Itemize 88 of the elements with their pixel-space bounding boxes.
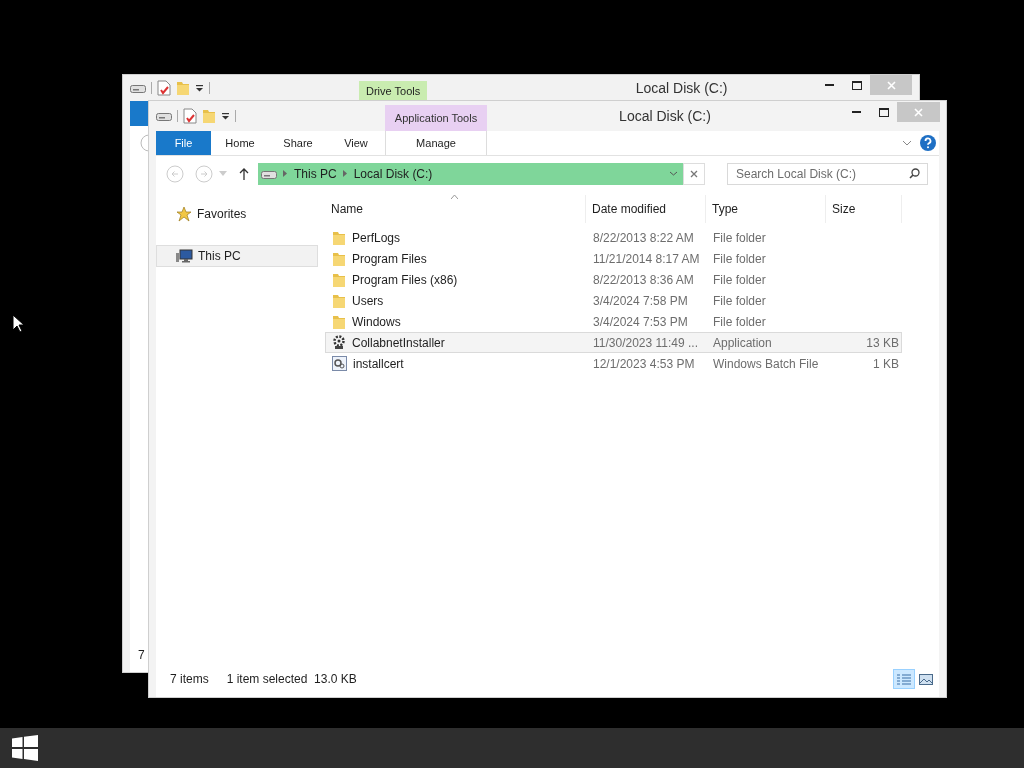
table-cell-text: File folder — [712, 229, 767, 247]
column-header[interactable]: Date modified — [586, 195, 706, 223]
file-name: Windows — [352, 313, 401, 331]
file-row[interactable]: Program Files (x86) 8/22/2013 8:36 AM File folder — [325, 269, 902, 290]
table-cell-text: File folder — [712, 292, 767, 310]
back-icon[interactable] — [140, 134, 148, 152]
batch-file-icon — [332, 356, 347, 371]
folder-icon[interactable] — [332, 313, 346, 330]
table-cell-text: 11/30/2023 11:49 ... — [592, 334, 699, 352]
drive-icon[interactable] — [156, 111, 172, 121]
table-cell-text: 8/22/2013 8:22 AM — [592, 229, 695, 247]
help-icon[interactable] — [920, 135, 936, 151]
window-title: Local Disk (C:) — [634, 78, 729, 98]
column-header[interactable]: Type — [706, 195, 826, 223]
close-icon — [690, 169, 698, 178]
file-row[interactable]: Program Files 11/21/2014 8:17 AM File folder — [325, 248, 902, 269]
status-text: 7 — [137, 647, 146, 664]
status-text: 7 items — [170, 671, 209, 688]
table-cell-text: 3/4/2024 7:58 PM — [592, 292, 689, 310]
file-row[interactable]: installcert 12/1/2023 4:53 PM Windows Batch File 1 KB — [325, 353, 902, 374]
ribbon-tab[interactable]: File — [156, 131, 211, 155]
clear-button[interactable] — [683, 162, 705, 185]
address-bar[interactable]: This PC Local Disk (C:) — [258, 162, 683, 185]
table-cell-text: 1 KB — [873, 355, 899, 373]
file-row[interactable]: PerfLogs 8/22/2013 8:22 AM File folder — [325, 227, 902, 248]
folder-icon[interactable] — [332, 271, 346, 288]
file-name: installcert — [353, 355, 404, 373]
ribbon-tab[interactable]: Manage — [385, 131, 487, 155]
maximize-icon — [851, 80, 862, 90]
document-check-icon[interactable] — [157, 80, 171, 96]
cursor-icon — [12, 314, 24, 333]
column-header[interactable]: Size — [826, 195, 902, 223]
minimize-icon — [852, 111, 861, 113]
table-cell-text: 8/22/2013 8:36 AM — [592, 271, 695, 289]
file-name: Users — [352, 292, 384, 310]
context-tab[interactable]: Drive Tools — [359, 81, 428, 101]
status-text: 1 item selected 13.0 KB — [226, 671, 357, 688]
nav-item[interactable]: This PC — [156, 245, 318, 267]
document-check-icon[interactable] — [183, 108, 197, 124]
breadcrumb[interactable]: This PC — [294, 164, 337, 183]
breadcrumb-arrow-icon[interactable] — [283, 170, 287, 177]
drive-icon[interactable] — [261, 168, 277, 179]
ribbon-tab[interactable]: Home — [211, 131, 269, 155]
ribbon-tab[interactable]: View — [327, 131, 385, 155]
table-cell-text: 13 KB — [866, 334, 899, 352]
table-cell-text: File folder — [712, 313, 767, 331]
column-header[interactable]: Name — [325, 195, 586, 223]
table-cell-text: 12/1/2023 4:53 PM — [592, 355, 696, 373]
window-title: Local Disk (C:) — [618, 106, 712, 126]
image-icon — [919, 673, 933, 685]
star-icon — [176, 206, 192, 222]
close-icon — [914, 107, 923, 117]
table-cell-text: File folder — [712, 250, 767, 268]
context-tab[interactable]: Application Tools — [385, 105, 487, 131]
breadcrumb-arrow-icon[interactable] — [342, 170, 347, 177]
chevron-icon[interactable] — [902, 140, 912, 146]
drive-icon[interactable] — [130, 83, 146, 93]
file-name: CollabnetInstaller — [352, 334, 445, 352]
search-field[interactable]: Search Local Disk (C:) — [727, 162, 928, 185]
file-name: Program Files (x86) — [352, 271, 458, 289]
maximize-icon — [878, 107, 889, 117]
breadcrumb[interactable]: Local Disk (C:) — [353, 164, 433, 183]
folder-icon[interactable] — [332, 229, 346, 246]
table-cell-text: 3/4/2024 7:53 PM — [592, 313, 689, 331]
file-row[interactable]: Windows 3/4/2024 7:53 PM File folder — [325, 311, 902, 332]
chevron-icon[interactable] — [669, 171, 678, 176]
folder-icon[interactable] — [332, 250, 346, 267]
details-list-icon — [897, 673, 911, 685]
file-row[interactable]: CollabnetInstaller 11/30/2023 11:49 ... Application 13 KB — [325, 332, 902, 353]
file-row[interactable]: Users 3/4/2024 7:58 PM File folder — [325, 290, 902, 311]
caret-icon[interactable] — [221, 112, 230, 120]
file-name: PerfLogs — [352, 229, 401, 247]
windows-logo-icon[interactable] — [12, 735, 38, 761]
caret-icon[interactable] — [195, 84, 204, 92]
nav-item[interactable]: Favorites — [156, 203, 318, 225]
table-cell-text: Windows Batch File — [712, 355, 820, 373]
computer-icon — [176, 249, 193, 263]
table-cell-text: Application — [712, 334, 773, 352]
folder-icon[interactable] — [332, 292, 346, 309]
close-icon — [886, 80, 896, 90]
table-cell-text: 11/21/2014 8:17 AM — [592, 250, 701, 268]
minimize-icon — [825, 84, 834, 86]
file-name: Program Files — [352, 250, 427, 268]
search-icon[interactable] — [909, 167, 920, 179]
table-cell-text: File folder — [712, 271, 767, 289]
ribbon-tab[interactable]: Share — [269, 131, 327, 155]
gear-icon — [332, 335, 346, 350]
up-arrow-icon[interactable] — [239, 167, 249, 180]
